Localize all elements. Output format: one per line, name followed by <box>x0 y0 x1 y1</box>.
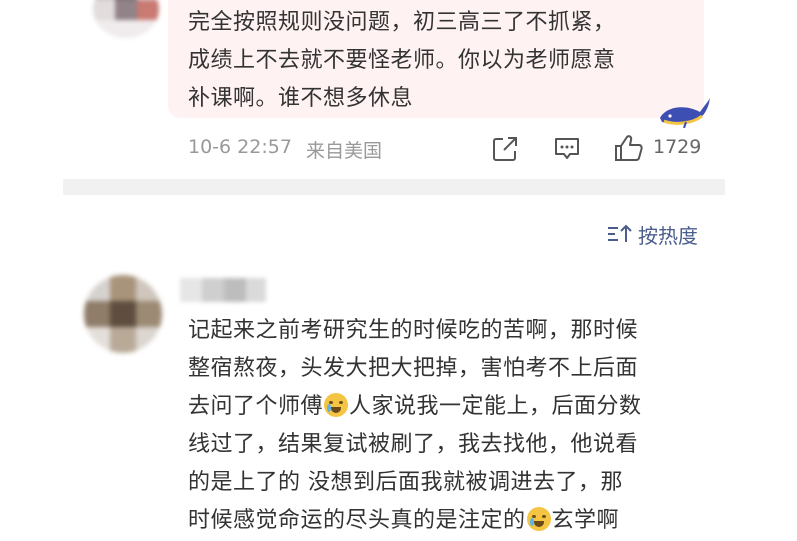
section-divider <box>63 179 725 195</box>
comment-icon[interactable] <box>553 136 581 162</box>
like-icon[interactable] <box>614 134 644 162</box>
comment-text: 记起来之前考研究生的时候吃的苦啊，那时候 整宿熬夜，头发大把大把掉，害怕考不上后… <box>188 312 708 540</box>
comment-line: 时候感觉命运的尽头真的是注定的 玄学啊 <box>188 502 708 540</box>
comment-meta: 10-6 22:57 来自美国 1729 <box>188 134 708 164</box>
comment-text-segment: 去问了个师傅 <box>188 394 324 419</box>
top-comment: 完全按照规则没问题，初三高三了不抓紧， 成绩上不去就不要怪老师。你以为老师愿意 … <box>0 0 797 180</box>
like-count: 1729 <box>653 136 702 158</box>
comment-line: 线过了，结果复试被刷了，我去找他，他说看 <box>188 432 639 457</box>
comment-line: 补课啊。谁不想多休息 <box>188 86 414 111</box>
comment-text-segment: 玄学啊 <box>551 508 620 533</box>
sort-by-hot-button[interactable]: 按热度 <box>606 220 716 248</box>
sort-icon <box>608 224 632 242</box>
whale-icon <box>660 98 710 128</box>
laughing-crying-emoji <box>526 507 551 531</box>
comment-line: 记起来之前考研究生的时候吃的苦啊，那时候 <box>188 318 639 343</box>
username[interactable] <box>180 278 266 302</box>
comment-line: 整宿熬夜，头发大把大把掉，害怕考不上后面 <box>188 356 639 381</box>
comment-line: 去问了个师傅 人家说我一定能上，后面分数 <box>188 388 708 426</box>
crying-emoji <box>324 393 349 417</box>
avatar[interactable] <box>84 275 162 353</box>
comment-text: 完全按照规则没问题，初三高三了不抓紧， 成绩上不去就不要怪老师。你以为老师愿意 … <box>188 4 688 118</box>
sort-label: 按热度 <box>638 224 698 248</box>
avatar[interactable] <box>93 0 159 38</box>
comment-text-segment: 时候感觉命运的尽头真的是注定的 <box>188 508 526 533</box>
location: 来自美国 <box>306 140 383 162</box>
comment-line: 的是上了的 没想到后面我就被调进去了，那 <box>188 470 623 495</box>
timestamp: 10-6 22:57 <box>188 136 292 158</box>
share-icon[interactable] <box>492 136 518 162</box>
comment-text-segment: 人家说我一定能上，后面分数 <box>349 394 642 419</box>
comment-line: 成绩上不去就不要怪老师。你以为老师愿意 <box>188 48 616 73</box>
comment-line: 完全按照规则没问题，初三高三了不抓紧， <box>188 10 616 35</box>
